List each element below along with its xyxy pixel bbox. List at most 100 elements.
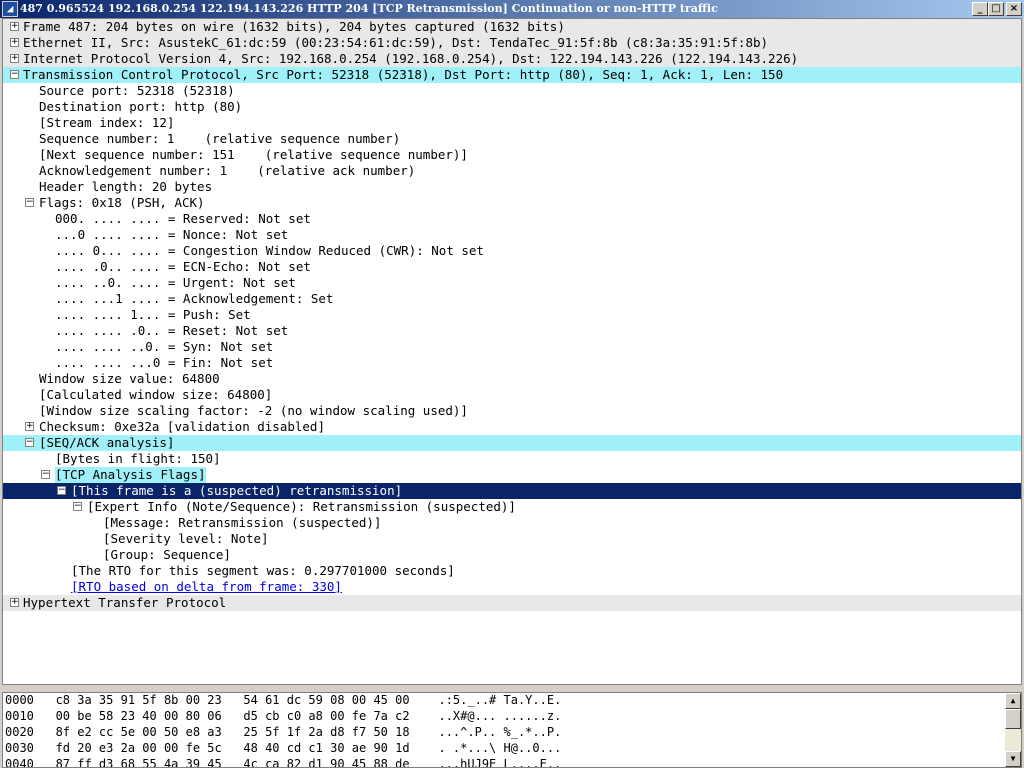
tree-row-label: [Expert Info (Note/Sequence): Retransmis… xyxy=(87,499,516,514)
tree-row[interactable]: .... .... 1... = Push: Set xyxy=(3,307,1021,323)
expand-plus-icon[interactable]: + xyxy=(25,422,34,431)
tree-row-label: Source port: 52318 (52318) xyxy=(39,83,235,98)
tree-row-label: Transmission Control Protocol, Src Port:… xyxy=(23,67,784,82)
tree-row[interactable]: .... .... ..0. = Syn: Not set xyxy=(3,339,1021,355)
tree-row-label: [Severity level: Note] xyxy=(103,531,269,546)
tree-row[interactable]: [Calculated window size: 64800] xyxy=(3,387,1021,403)
tree-row-label: Window size value: 64800 xyxy=(39,371,220,386)
tree-row-label: .... .... .0.. = Reset: Not set xyxy=(55,323,289,338)
tree-row[interactable]: [The RTO for this segment was: 0.2977010… xyxy=(3,563,1021,579)
tree-row[interactable]: − Flags: 0x18 (PSH, ACK) xyxy=(3,195,1021,211)
tree-row-label: Hypertext Transfer Protocol xyxy=(23,595,227,610)
hex-scrollbar[interactable]: ▲ ▼ xyxy=(1005,693,1021,767)
tree-row-label: Sequence number: 1 (relative sequence nu… xyxy=(39,131,401,146)
tree-row-label: Internet Protocol Version 4, Src: 192.16… xyxy=(23,51,799,66)
tree-row[interactable]: [Message: Retransmission (suspected)] xyxy=(3,515,1021,531)
tree-row[interactable]: + Internet Protocol Version 4, Src: 192.1… xyxy=(3,51,1021,67)
tree-row[interactable]: ...0 .... .... = Nonce: Not set xyxy=(3,227,1021,243)
tree-row-label: Ethernet II, Src: AsustekC_61:dc:59 (00:… xyxy=(23,35,769,50)
collapse-minus-icon[interactable]: − xyxy=(57,486,66,495)
tree-row[interactable]: .... .0.. .... = ECN-Echo: Not set xyxy=(3,259,1021,275)
tree-row[interactable]: [Window size scaling factor: -2 (no wind… xyxy=(3,403,1021,419)
tree-row[interactable]: [Bytes in flight: 150] xyxy=(3,451,1021,467)
collapse-minus-icon[interactable]: − xyxy=(10,70,19,79)
tree-row-label: [Calculated window size: 64800] xyxy=(39,387,273,402)
tree-row-label: [Next sequence number: 151 (relative seq… xyxy=(39,147,468,162)
wireshark-fin-icon: ◢ xyxy=(2,1,18,17)
tree-row-label: .... ...1 .... = Acknowledgement: Set xyxy=(55,291,334,306)
tree-row[interactable]: − [SEQ/ACK analysis] xyxy=(3,435,1021,451)
tree-row-label: Checksum: 0xe32a [validation disabled] xyxy=(39,419,325,434)
title-bar: ◢ 487 0.965524 192.168.0.254 122.194.143… xyxy=(0,0,1024,18)
tree-row-label: Acknowledgement number: 1 (relative ack … xyxy=(39,163,416,178)
hex-row: 0010 00 be 58 23 40 00 80 06 d5 cb c0 a8… xyxy=(5,709,562,723)
tree-row-label: .... .0.. .... = ECN-Echo: Not set xyxy=(55,259,311,274)
hex-row: 0030 fd 20 e3 2a 00 00 fe 5c 48 40 cd c1… xyxy=(5,741,562,755)
tree-row-label: [Message: Retransmission (suspected)] xyxy=(103,515,382,530)
tree-row-label: [Group: Sequence] xyxy=(103,547,231,562)
tree-row[interactable]: Window size value: 64800 xyxy=(3,371,1021,387)
tree-row[interactable]: Acknowledgement number: 1 (relative ack … xyxy=(3,163,1021,179)
tree-row-label: [Window size scaling factor: -2 (no wind… xyxy=(39,403,468,418)
window-title: 487 0.965524 192.168.0.254 122.194.143.2… xyxy=(20,2,718,15)
hex-row: 0040 87 ff d3 68 55 4a 39 45 4c ca 82 d1… xyxy=(5,757,562,768)
tree-row-label: [Bytes in flight: 150] xyxy=(55,451,221,466)
scroll-thumb[interactable] xyxy=(1005,709,1021,729)
tree-row[interactable]: − [Expert Info (Note/Sequence): Retransmi… xyxy=(3,499,1021,515)
tree-row-label: .... .... ...0 = Fin: Not set xyxy=(55,355,274,370)
tree-row[interactable]: [Next sequence number: 151 (relative seq… xyxy=(3,147,1021,163)
tree-row[interactable]: Destination port: http (80) xyxy=(3,99,1021,115)
tree-row-label: ...0 .... .... = Nonce: Not set xyxy=(55,227,289,242)
tree-row[interactable]: [Group: Sequence] xyxy=(3,547,1021,563)
collapse-minus-icon[interactable]: − xyxy=(25,198,34,207)
tree-row-label: 000. .... .... = Reserved: Not set xyxy=(55,211,311,226)
tree-row-label: Frame 487: 204 bytes on wire (1632 bits)… xyxy=(23,19,565,34)
tree-row[interactable]: [Severity level: Note] xyxy=(3,531,1021,547)
tree-row[interactable]: + Checksum: 0xe32a [validation disabled] xyxy=(3,419,1021,435)
collapse-minus-icon[interactable]: − xyxy=(41,470,50,479)
maximize-button[interactable]: □ xyxy=(988,2,1004,16)
packet-details-tree: + Frame 487: 204 bytes on wire (1632 bits… xyxy=(2,18,1022,685)
hex-row: 0020 8f e2 cc 5e 00 50 e8 a3 25 5f 1f 2a… xyxy=(5,725,562,739)
tree-row[interactable]: .... ...1 .... = Acknowledgement: Set xyxy=(3,291,1021,307)
pane-splitter[interactable] xyxy=(0,685,1024,692)
tree-row[interactable]: + Hypertext Transfer Protocol xyxy=(3,595,1021,611)
tree-row-label: .... ..0. .... = Urgent: Not set xyxy=(55,275,296,290)
tree-row-label: [SEQ/ACK analysis] xyxy=(39,435,175,450)
scroll-up-arrow-icon[interactable]: ▲ xyxy=(1005,693,1021,709)
tree-row[interactable]: − [TCP Analysis Flags] xyxy=(3,467,1021,483)
collapse-minus-icon[interactable]: − xyxy=(73,502,82,511)
tree-row-label: .... .... 1... = Push: Set xyxy=(55,307,251,322)
tree-row[interactable]: − Transmission Control Protocol, Src Port… xyxy=(3,67,1021,83)
tree-row-label[interactable]: [RTO based on delta from frame: 330] xyxy=(71,579,342,595)
tree-row[interactable]: + Ethernet II, Src: AsustekC_61:dc:59 (00… xyxy=(3,35,1021,51)
expand-plus-icon[interactable]: + xyxy=(10,38,19,47)
expand-plus-icon[interactable]: + xyxy=(10,54,19,63)
tree-row[interactable]: .... 0... .... = Congestion Window Reduc… xyxy=(3,243,1021,259)
collapse-minus-icon[interactable]: − xyxy=(25,438,34,447)
close-button[interactable]: × xyxy=(1006,2,1022,16)
tree-row[interactable]: Header length: 20 bytes xyxy=(3,179,1021,195)
tree-row-label: [Stream index: 12] xyxy=(39,115,175,130)
minimize-button[interactable]: _ xyxy=(972,2,988,16)
tree-row[interactable]: [Stream index: 12] xyxy=(3,115,1021,131)
tree-row[interactable]: 000. .... .... = Reserved: Not set xyxy=(3,211,1021,227)
tree-row[interactable]: .... .... .0.. = Reset: Not set xyxy=(3,323,1021,339)
tree-row-label: [This frame is a (suspected) retransmiss… xyxy=(71,483,403,498)
tree-row[interactable]: − [This frame is a (suspected) retransmis… xyxy=(3,483,1021,499)
tree-row-label: .... .... ..0. = Syn: Not set xyxy=(55,339,274,354)
expand-plus-icon[interactable]: + xyxy=(10,22,19,31)
tree-row[interactable]: .... ..0. .... = Urgent: Not set xyxy=(3,275,1021,291)
hex-row: 0000 c8 3a 35 91 5f 8b 00 23 54 61 dc 59… xyxy=(5,693,562,707)
tree-row-label: Header length: 20 bytes xyxy=(39,179,213,194)
scroll-down-arrow-icon[interactable]: ▼ xyxy=(1005,751,1021,767)
tree-row[interactable]: + Frame 487: 204 bytes on wire (1632 bits… xyxy=(3,19,1021,35)
expand-plus-icon[interactable]: + xyxy=(10,598,19,607)
tree-row-label: [TCP Analysis Flags] xyxy=(55,467,206,483)
tree-row[interactable]: [RTO based on delta from frame: 330] xyxy=(3,579,1021,595)
tree-row-label: [The RTO for this segment was: 0.2977010… xyxy=(71,563,455,578)
tree-row[interactable]: .... .... ...0 = Fin: Not set xyxy=(3,355,1021,371)
tree-row[interactable]: Source port: 52318 (52318) xyxy=(3,83,1021,99)
tree-row-label: Destination port: http (80) xyxy=(39,99,243,114)
tree-row[interactable]: Sequence number: 1 (relative sequence nu… xyxy=(3,131,1021,147)
